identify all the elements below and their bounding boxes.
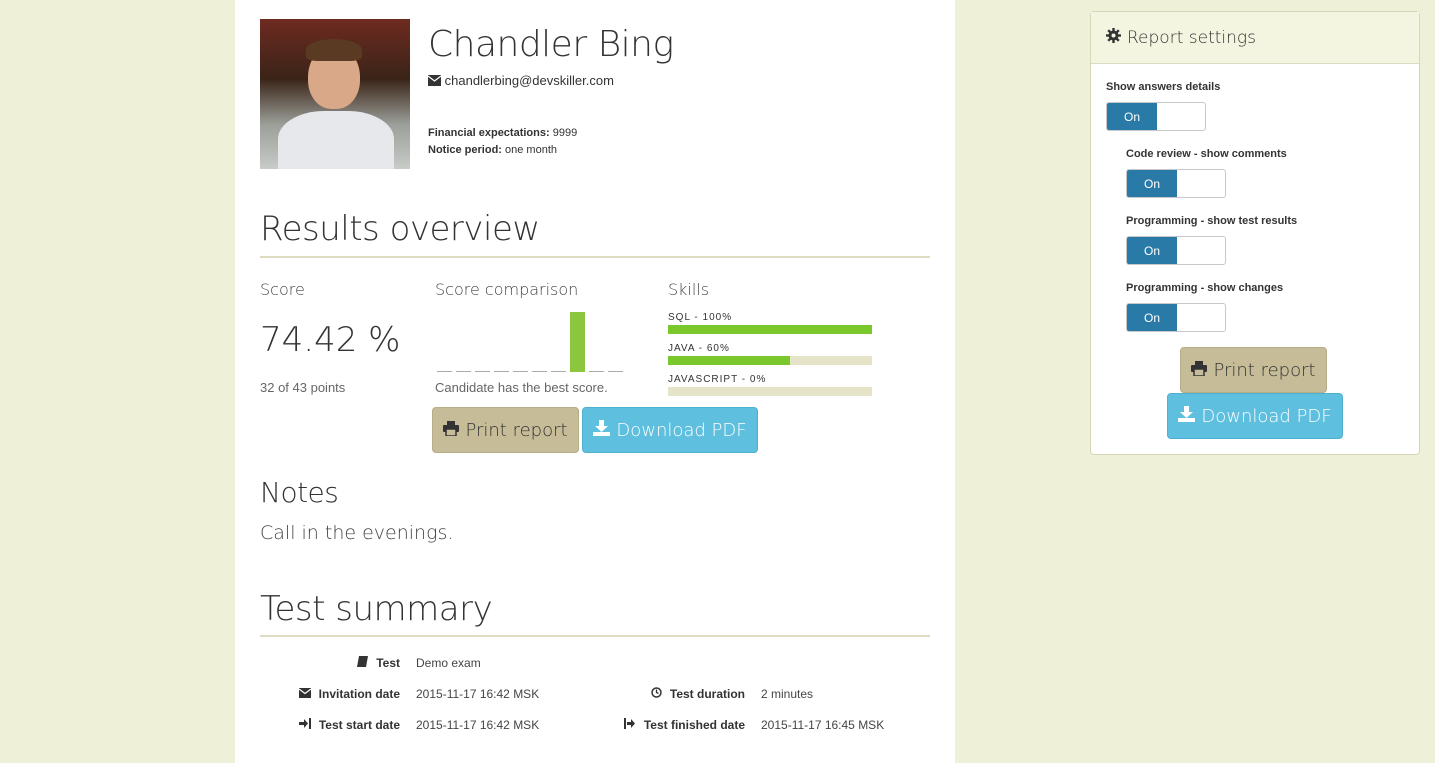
summary-title: Test summary xyxy=(260,589,493,629)
download-pdf-button[interactable]: Download PDF xyxy=(582,407,758,453)
duration-value: 2 minutes xyxy=(761,687,814,701)
skills-label: Skills xyxy=(668,280,710,299)
book-icon xyxy=(357,656,369,670)
skill-label-java: JAVA - 60% xyxy=(668,343,730,354)
comparison-bar xyxy=(532,371,547,372)
report-settings-title: Report settings xyxy=(1127,27,1256,48)
skill-bar-java xyxy=(668,356,872,365)
finished-value: 2015-11-17 16:45 MSK xyxy=(761,718,885,732)
candidate-email: chandlerbing@devskiller.com xyxy=(427,73,614,89)
sign-in-icon xyxy=(298,718,311,732)
clock-icon xyxy=(651,687,662,701)
comparison-label: Score comparison xyxy=(435,280,579,299)
skill-bar-javascript xyxy=(668,387,872,396)
score-value: 74.42 % xyxy=(260,320,401,360)
candidate-name: Chandler Bing xyxy=(428,24,674,65)
test-label: Test xyxy=(260,656,400,670)
comparison-bar xyxy=(608,371,623,372)
test-value: Demo exam xyxy=(416,656,481,670)
gear-icon xyxy=(1106,27,1121,48)
comparison-bar xyxy=(475,371,490,372)
comparison-bar xyxy=(494,371,509,372)
toggle-on-label: On xyxy=(1127,304,1177,331)
skill-label-javascript: JAVASCRIPT - 0% xyxy=(668,374,767,385)
report-settings-panel: Report settings Show answers details On … xyxy=(1090,11,1420,455)
toggle-programming-changes[interactable]: On xyxy=(1126,303,1226,332)
panel-download-pdf-label: Download PDF xyxy=(1201,405,1332,427)
results-divider xyxy=(260,256,930,258)
toggle-on-label: On xyxy=(1107,103,1157,130)
financial-value: 9999 xyxy=(552,127,578,139)
candidate-meta: Financial expectations: 9999 Notice peri… xyxy=(428,125,577,159)
skill-fill-sql xyxy=(668,325,872,334)
toggle-show-answers[interactable]: On xyxy=(1106,102,1206,131)
panel-download-pdf-button[interactable]: Download PDF xyxy=(1167,393,1343,439)
comparison-note: Candidate has the best score. xyxy=(435,380,608,395)
envelope-icon xyxy=(427,74,442,89)
panel-print-label: Print report xyxy=(1213,359,1316,381)
notes-text: Call in the evenings. xyxy=(260,522,454,544)
skill-fill-java xyxy=(668,356,791,365)
comparison-bar xyxy=(551,371,566,372)
notice-value: one month xyxy=(505,144,557,156)
setting-label-test-results: Programming - show test results xyxy=(1126,215,1298,227)
notes-title: Notes xyxy=(260,476,339,509)
sign-out-icon xyxy=(623,718,636,732)
envelope-icon xyxy=(298,687,312,701)
duration-label: Test duration xyxy=(595,687,745,701)
toggle-on-label: On xyxy=(1127,237,1177,264)
setting-label-comments: Code review - show comments xyxy=(1126,148,1287,160)
invitation-label: Invitation date xyxy=(260,687,400,701)
print-report-label: Print report xyxy=(465,419,568,441)
score-comparison-chart xyxy=(435,310,635,372)
printer-icon xyxy=(443,420,460,441)
finished-label: Test finished date xyxy=(595,718,745,732)
summary-divider xyxy=(260,635,930,637)
points-text: 32 of 43 points xyxy=(260,380,346,395)
score-label: Score xyxy=(260,280,305,299)
notice-label: Notice period: xyxy=(428,144,502,156)
download-pdf-label: Download PDF xyxy=(616,419,747,441)
setting-label-answers: Show answers details xyxy=(1106,81,1221,93)
start-label: Test start date xyxy=(260,718,400,732)
comparison-bar xyxy=(513,371,528,372)
skill-bar-sql xyxy=(668,325,872,334)
email-text[interactable]: chandlerbing@devskiller.com xyxy=(445,73,614,88)
report-page: Chandler Bing chandlerbing@devskiller.co… xyxy=(235,0,955,763)
comparison-bar xyxy=(437,371,452,372)
printer-icon xyxy=(1191,360,1208,381)
print-report-button[interactable]: Print report xyxy=(432,407,579,453)
start-value: 2015-11-17 16:42 MSK xyxy=(416,718,540,732)
comparison-bar xyxy=(456,371,471,372)
download-icon xyxy=(593,419,611,441)
toggle-on-label: On xyxy=(1127,170,1177,197)
download-icon xyxy=(1178,405,1196,427)
comparison-bar xyxy=(570,312,585,372)
financial-label: Financial expectations: xyxy=(428,127,550,139)
toggle-programming-test-results[interactable]: On xyxy=(1126,236,1226,265)
panel-print-report-button[interactable]: Print report xyxy=(1180,347,1327,393)
comparison-bar xyxy=(589,371,604,372)
results-title: Results overview xyxy=(260,209,540,249)
toggle-code-review-comments[interactable]: On xyxy=(1126,169,1226,198)
invitation-value: 2015-11-17 16:42 MSK xyxy=(416,687,540,701)
skill-label-sql: SQL - 100% xyxy=(668,312,733,323)
report-settings-header: Report settings xyxy=(1091,12,1419,64)
setting-label-changes: Programming - show changes xyxy=(1126,282,1284,294)
candidate-photo xyxy=(260,19,410,169)
